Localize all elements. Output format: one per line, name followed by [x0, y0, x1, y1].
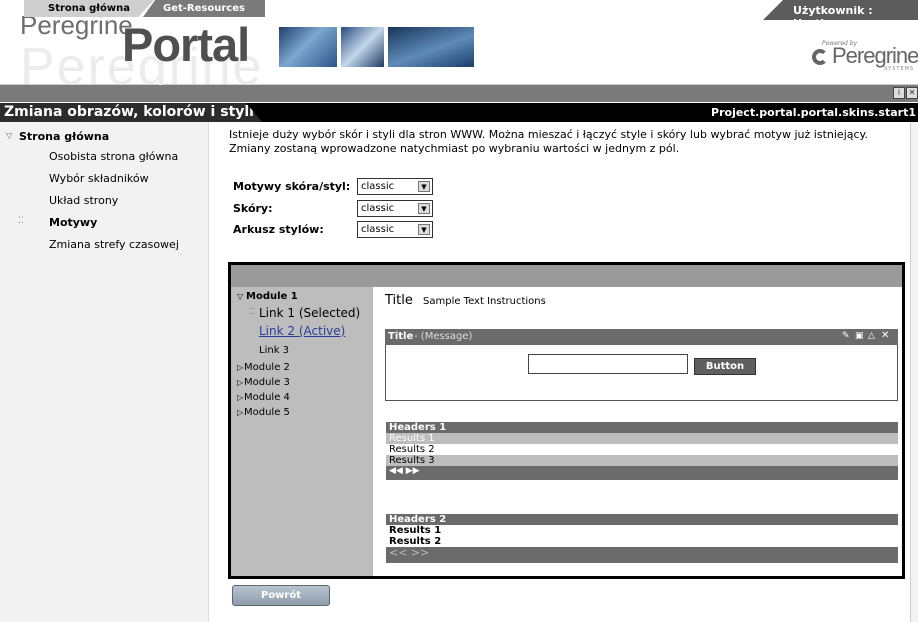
project-path: Project.portal.portal.skins.start1 [711, 106, 916, 119]
close-icon[interactable]: ✕ [881, 330, 889, 341]
chevron-down-icon[interactable]: ▼ [418, 224, 430, 235]
page-title: Zmiana obrazów, kolorów i styli [0, 103, 262, 122]
preview-link-3[interactable]: Link 3 [259, 345, 289, 356]
user-label: Użytkownik : Hartke [763, 0, 918, 20]
back-button[interactable]: Powrót [232, 585, 330, 606]
triangle-right-icon: ▷ [237, 408, 244, 417]
triangle-right-icon: ▷ [237, 378, 244, 387]
maximize-icon[interactable]: ▣ [855, 331, 864, 341]
sheet-select[interactable]: classic ▼ [357, 221, 433, 238]
triangle-down-icon: ▽ [237, 292, 244, 301]
close-icon[interactable]: ✕ [906, 87, 918, 99]
sidebar-item-themes[interactable]: Motywy [49, 216, 97, 229]
preview-link-2[interactable]: Link 2 (Active) [259, 324, 345, 338]
sidebar-item-layout[interactable]: Układ strony [49, 194, 118, 207]
preview-module-4[interactable]: Module 4 [244, 392, 290, 403]
peregrine-systems: SYSTEMS [884, 66, 915, 72]
table-row: Results 1 [386, 433, 898, 444]
tab-home[interactable]: Strona główna [24, 0, 154, 17]
header-photo-3 [387, 26, 475, 68]
portlet-message: - (Message) [414, 331, 473, 342]
table2-header: Headers 2 [386, 514, 898, 525]
portlet-title: Title [388, 331, 414, 342]
preview-module-3[interactable]: Module 3 [244, 377, 290, 388]
skins-select-value: classic [361, 203, 395, 214]
triangle-right-icon: ▷ [237, 363, 244, 372]
info-icon[interactable]: i [893, 87, 905, 99]
table-row: Results 3 [386, 455, 898, 466]
sheet-label: Arkusz stylów: [233, 223, 324, 236]
theme-select-value: classic [361, 181, 395, 192]
preview-title-sub: Sample Text Instructions [423, 296, 546, 307]
preview-title: Title [385, 293, 413, 308]
chevron-down-icon[interactable]: ▼ [418, 181, 430, 192]
sidebar-item-personal[interactable]: Osobista strona główna [49, 150, 178, 163]
preview-module-2[interactable]: Module 2 [244, 362, 290, 373]
table-row: Results 1 [386, 525, 898, 536]
theme-select[interactable]: classic ▼ [357, 178, 433, 195]
edit-icon[interactable]: ✎ [842, 331, 850, 341]
triangle-right-icon: ▷ [237, 393, 244, 402]
header-photo-1 [278, 26, 338, 68]
sidebar-item-components[interactable]: Wybór składników [49, 172, 149, 185]
intro-text: Istnieje duży wybór skór i styli dla str… [229, 128, 868, 155]
bullet-icon: ⁚⁚ [18, 216, 24, 226]
chevron-down-icon[interactable]: ▼ [418, 203, 430, 214]
preview-top-bar [231, 265, 902, 287]
skins-label: Skóry: [233, 202, 273, 215]
table1-pager[interactable]: ◀◀ ▶▶ [386, 466, 898, 480]
preview-link-1[interactable]: Link 1 (Selected) [259, 306, 360, 320]
table1-header: Headers 1 [386, 422, 898, 433]
sidebar-section-home[interactable]: Strona główna [19, 130, 109, 143]
preview-module-1[interactable]: Module 1 [246, 291, 298, 302]
preview-module-5[interactable]: Module 5 [244, 407, 290, 418]
sidebar-item-timezone[interactable]: Zmiana strefy czasowej [49, 238, 179, 251]
table-row: Results 2 [386, 444, 898, 455]
table2-pager[interactable]: << >> [386, 547, 898, 563]
logo-portal: Portal [122, 18, 250, 71]
collapse-triangle-icon[interactable]: ▽ [6, 131, 12, 140]
theme-label: Motywy skóra/styl: [233, 180, 351, 193]
bullet-icon: ⁚⁚ [250, 307, 256, 316]
table-row: Results 2 [386, 536, 898, 547]
minimize-icon[interactable]: △ [868, 331, 875, 341]
sheet-select-value: classic [361, 224, 395, 235]
preview-text-input[interactable] [528, 354, 688, 374]
tab-get-resources[interactable]: Get-Resources [143, 0, 265, 17]
vertical-scrollbar[interactable] [910, 122, 918, 622]
peregrine-logo-icon [812, 49, 828, 65]
skins-select[interactable]: classic ▼ [357, 200, 433, 217]
header-photo-2 [340, 26, 385, 68]
tab-bar [0, 85, 918, 102]
preview-button[interactable]: Button [694, 358, 756, 375]
